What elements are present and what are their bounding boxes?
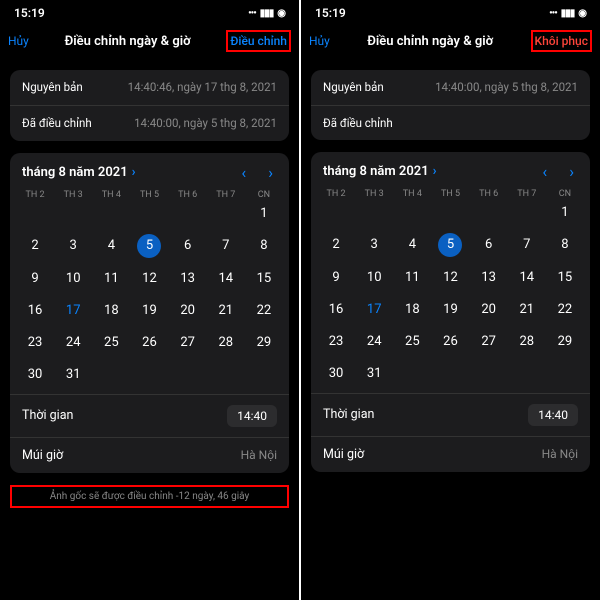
timezone-label: Múi giờ	[22, 448, 63, 463]
time-row: Thời gian 14:40	[10, 394, 289, 437]
time-picker[interactable]: 14:40	[528, 404, 578, 426]
prev-month-button[interactable]: ‹	[542, 162, 547, 181]
month-picker[interactable]: tháng 8 năm 2021 ›	[323, 164, 437, 179]
next-month-button[interactable]: ›	[268, 163, 273, 182]
time-picker[interactable]: 14:40	[227, 405, 277, 427]
original-label: Nguyên bản	[323, 80, 384, 94]
calendar-grid[interactable]: 1 2345678 9101112131415 16171819202122 2…	[10, 202, 289, 394]
adjusted-row: Đã điều chỉnh	[311, 106, 590, 140]
nav-header: Hủy Điều chỉnh ngày & giờ Điều chỉnh	[0, 22, 299, 64]
footer-message: Ảnh gốc sẽ được điều chỉnh -12 ngày, 46 …	[10, 485, 289, 508]
today-marker: 17	[54, 299, 92, 322]
prev-month-button[interactable]: ‹	[241, 163, 246, 182]
adjust-button[interactable]: Điều chỉnh	[226, 30, 291, 52]
status-time: 15:19	[14, 6, 45, 20]
cancel-button[interactable]: Hủy	[309, 34, 330, 48]
info-card: Nguyên bản 14:40:46, ngày 17 thg 8, 2021…	[10, 70, 289, 141]
status-indicators: •••▮▮▮◉	[248, 8, 285, 19]
time-row: Thời gian 14:40	[311, 393, 590, 436]
timezone-label: Múi giờ	[323, 447, 364, 462]
month-picker[interactable]: tháng 8 năm 2021 ›	[22, 165, 136, 180]
time-label: Thời gian	[323, 407, 374, 422]
weekday-row: TH 2TH 3TH 4TH 5TH 6TH 7CN	[311, 185, 590, 201]
timezone-row[interactable]: Múi giờ Hà Nội	[311, 436, 590, 472]
calendar-header: tháng 8 năm 2021 › ‹ ›	[10, 153, 289, 186]
timezone-row[interactable]: Múi giờ Hà Nội	[10, 437, 289, 473]
chevron-right-icon: ›	[132, 165, 136, 180]
adjusted-label: Đã điều chỉnh	[22, 116, 92, 130]
calendar-card: tháng 8 năm 2021 › ‹ › TH 2TH 3TH 4TH 5T…	[311, 152, 590, 472]
original-row: Nguyên bản 14:40:46, ngày 17 thg 8, 2021	[10, 70, 289, 106]
selected-day: 5	[137, 234, 161, 258]
weekday-row: TH 2TH 3TH 4TH 5TH 6TH 7CN	[10, 186, 289, 202]
today-marker: 17	[355, 298, 393, 321]
calendar-grid[interactable]: 1 2345678 9101112131415 16171819202122 2…	[311, 201, 590, 393]
cancel-button[interactable]: Hủy	[8, 34, 29, 48]
adjusted-value: 14:40:00, ngày 5 thg 8, 2021	[134, 116, 277, 131]
status-indicators: •••▮▮▮◉	[549, 8, 586, 19]
page-title: Điều chỉnh ngày & giờ	[65, 34, 191, 49]
timezone-value: Hà Nội	[542, 447, 578, 461]
calendar-header: tháng 8 năm 2021 › ‹ ›	[311, 152, 590, 185]
original-value: 14:40:46, ngày 17 thg 8, 2021	[128, 80, 277, 95]
original-value: 14:40:00, ngày 5 thg 8, 2021	[435, 80, 578, 95]
calendar-card: tháng 8 năm 2021 › ‹ › TH 2TH 3TH 4TH 5T…	[10, 153, 289, 473]
restore-button[interactable]: Khôi phục	[531, 30, 592, 52]
phone-right: 15:19 •••▮▮▮◉ Hủy Điều chỉnh ngày & giờ …	[301, 0, 600, 600]
status-time: 15:19	[315, 6, 346, 20]
selected-day: 5	[438, 233, 462, 257]
nav-header: Hủy Điều chỉnh ngày & giờ Khôi phục	[301, 22, 600, 64]
adjusted-label: Đã điều chỉnh	[323, 116, 393, 130]
phone-left: 15:19 •••▮▮▮◉ Hủy Điều chỉnh ngày & giờ …	[0, 0, 299, 600]
original-row: Nguyên bản 14:40:00, ngày 5 thg 8, 2021	[311, 70, 590, 106]
status-bar: 15:19 •••▮▮▮◉	[301, 0, 600, 22]
next-month-button[interactable]: ›	[569, 162, 574, 181]
chevron-right-icon: ›	[433, 164, 437, 179]
page-title: Điều chỉnh ngày & giờ	[367, 34, 493, 49]
status-bar: 15:19 •••▮▮▮◉	[0, 0, 299, 22]
info-card: Nguyên bản 14:40:00, ngày 5 thg 8, 2021 …	[311, 70, 590, 140]
adjusted-row: Đã điều chỉnh 14:40:00, ngày 5 thg 8, 20…	[10, 106, 289, 141]
timezone-value: Hà Nội	[241, 448, 277, 462]
time-label: Thời gian	[22, 408, 73, 423]
original-label: Nguyên bản	[22, 80, 83, 94]
